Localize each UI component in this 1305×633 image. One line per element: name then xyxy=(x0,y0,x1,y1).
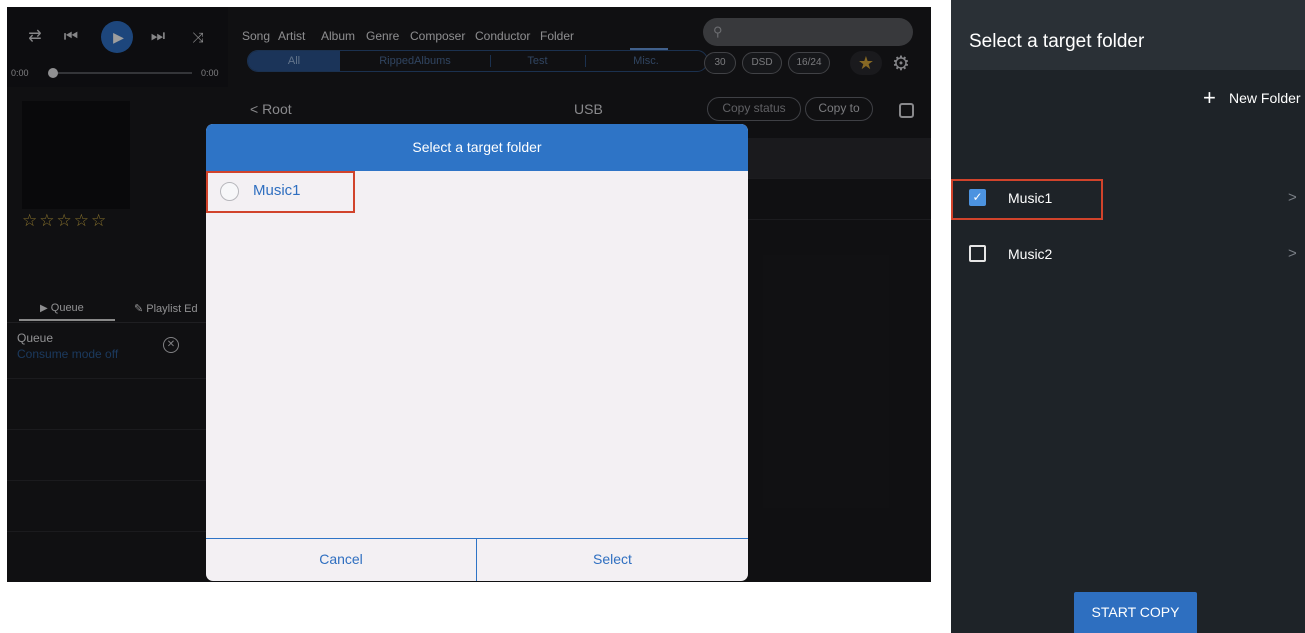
plus-icon: + xyxy=(1203,85,1216,110)
highlight-box xyxy=(951,179,1103,220)
chevron-right-icon[interactable]: > xyxy=(1288,189,1297,206)
checkbox-unchecked[interactable] xyxy=(969,245,986,262)
app-bar: Select a target folder xyxy=(951,0,1305,70)
ipad-app-screen: ⇄ ⏮ ▶ ⏭ ⤨ 0:00 0:00 ☆☆☆☆☆ ▶ Queue ✎ Play… xyxy=(7,7,931,582)
new-folder-label: New Folder xyxy=(1229,90,1301,106)
dialog-title: Select a target folder xyxy=(206,124,748,171)
start-copy-button[interactable]: START COPY xyxy=(1074,592,1197,633)
chevron-right-icon[interactable]: > xyxy=(1288,245,1297,262)
folder-name[interactable]: Music2 xyxy=(1008,246,1052,262)
highlight-box xyxy=(206,171,355,213)
android-app-screen: Select a target folder + New Folder ✓ Mu… xyxy=(951,0,1305,633)
select-button[interactable]: Select xyxy=(477,538,748,581)
cancel-button[interactable]: Cancel xyxy=(206,538,476,581)
page-title: Select a target folder xyxy=(969,31,1145,52)
select-folder-dialog: Select a target folder Music1 Cancel Sel… xyxy=(206,124,748,581)
